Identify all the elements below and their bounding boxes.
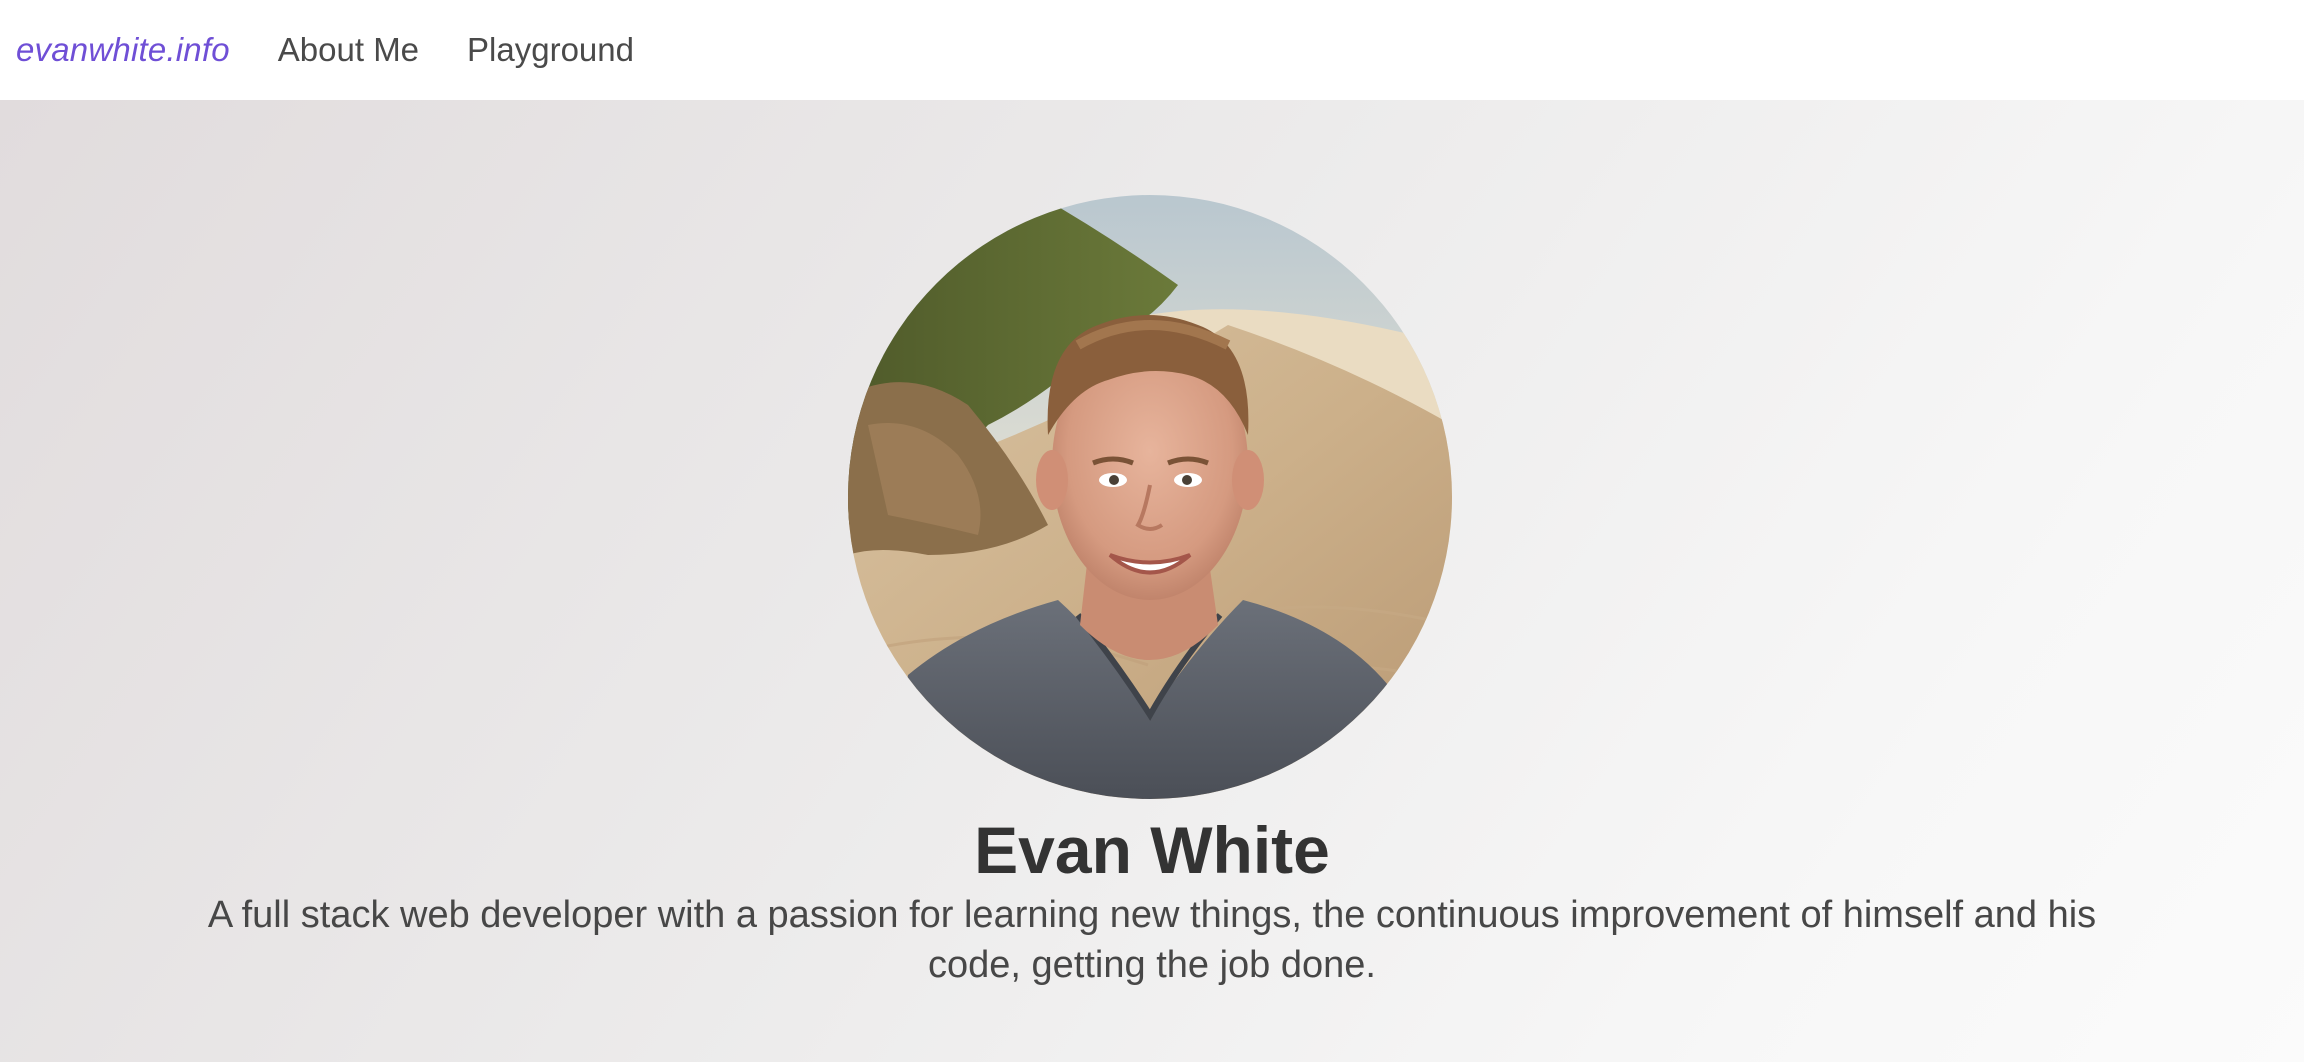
hero-name: Evan White [974,813,1330,887]
brand-link[interactable]: evanwhite.info [16,31,230,69]
hero-section: Evan White A full stack web developer wi… [0,100,2304,1062]
nav-link-about-me[interactable]: About Me [278,31,419,69]
nav-link-playground[interactable]: Playground [467,31,634,69]
profile-photo [848,195,1452,799]
top-navbar: evanwhite.info About Me Playground [0,0,2304,100]
hero-tagline: A full stack web developer with a passio… [207,894,2097,986]
